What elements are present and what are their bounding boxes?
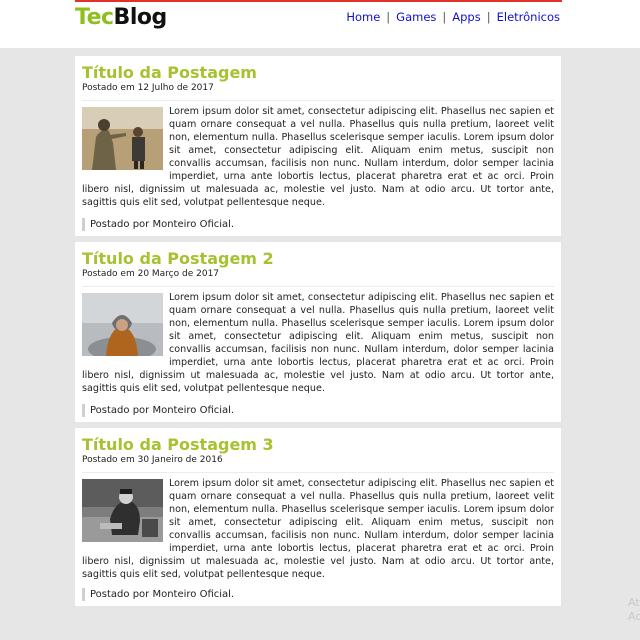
post-divider [82,286,554,287]
elderly-man-bw-photo [82,479,163,542]
nav-item-eletronicos[interactable]: Eletrônicos [497,10,560,24]
post-card: Título da Postagem 2 Postado em 20 Março… [75,242,561,422]
post-title[interactable]: Título da Postagem [82,63,257,83]
post-date: Postado em 12 Julho de 2017 [82,83,214,93]
post-card: Título da Postagem 3 Postado em 30 Janei… [75,428,561,606]
activation-watermark: At Ac [628,596,640,623]
logo-part1: Tec [75,5,114,30]
nav-item-games[interactable]: Games [396,10,436,24]
post-title[interactable]: Título da Postagem 3 [82,435,274,455]
soldier-with-child-photo [82,107,163,170]
nav-separator: | [486,10,491,24]
post-body: Lorem ipsum dolor sit amet, consectetur … [82,105,554,209]
post-body: Lorem ipsum dolor sit amet, consectetur … [82,477,554,581]
nav-separator: | [386,10,391,24]
main-nav: Home | Games | Apps | Eletrônicos [346,9,560,25]
post-footer: Postado por Monteiro Oficial. [82,588,234,601]
post-thumbnail[interactable] [82,293,163,356]
site-logo[interactable]: TecBlog [75,4,167,32]
post-footer: Postado por Monteiro Oficial. [82,404,234,417]
post-divider [82,100,554,101]
nav-item-apps[interactable]: Apps [452,10,480,24]
post-thumbnail[interactable] [82,107,163,170]
header-inner: TecBlog Home | Games | Apps | Eletrônicos [75,0,562,49]
post-title[interactable]: Título da Postagem 2 [82,249,274,269]
post-body: Lorem ipsum dolor sit amet, consectetur … [82,291,554,395]
post-footer: Postado por Monteiro Oficial. [82,218,234,231]
logo-part2: Blog [113,5,168,30]
nav-separator: | [442,10,447,24]
post-card: Título da Postagem Postado em 12 Julho d… [75,56,561,236]
post-thumbnail[interactable] [82,479,163,542]
post-date: Postado em 30 Janeiro de 2016 [82,455,223,465]
hooded-child-photo [82,293,163,356]
nav-item-home[interactable]: Home [346,10,380,24]
post-date: Postado em 20 Março de 2017 [82,269,220,279]
site-header: TecBlog Home | Games | Apps | Eletrônicos [0,0,640,48]
post-divider [82,472,554,473]
